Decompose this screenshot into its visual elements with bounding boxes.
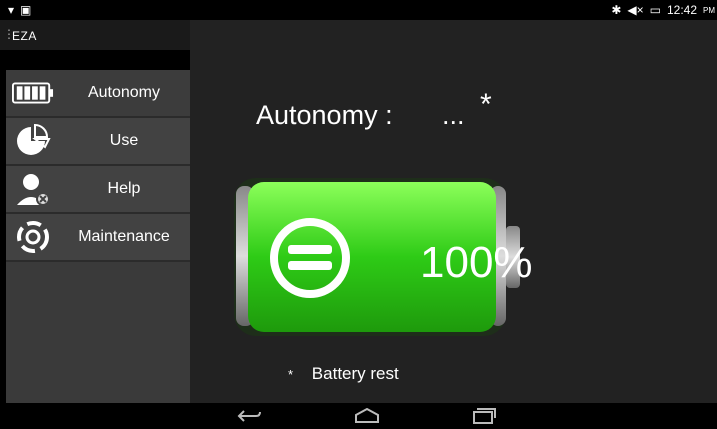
back-icon[interactable] [236,408,262,429]
status-time-suffix: PM [703,5,715,15]
home-icon[interactable] [354,407,380,429]
autonomy-asterisk: * [480,88,492,121]
battery-gauge: 100% [234,178,533,336]
note-marker: * [288,367,294,382]
volume-mute-icon: ◀× [627,3,644,17]
battery-percent: 100% [420,238,533,287]
notification-download-icon: ▾ [8,3,15,17]
battery-icon [12,76,54,110]
support-agent-icon [12,172,54,206]
status-bar-left-icons: ▾ ▣ [8,3,31,17]
app-bar-left: ⋮ EZA [0,20,190,50]
recent-apps-icon[interactable] [470,408,496,429]
sidebar-item-autonomy[interactable]: Autonomy [6,70,190,118]
battery-note: * Battery rest [288,364,399,384]
navigation-bar [0,403,717,429]
sidebar-item-help[interactable]: Help [6,166,190,214]
main-panel: Autonomy : ... * 100% * Battery rest [190,50,717,403]
pie-chart-icon [12,123,54,158]
page-title: Autonomy : [256,100,393,130]
sidebar-item-label: Autonomy [87,84,161,101]
sidebar-item-use[interactable]: Use [6,118,190,166]
sidebar-item-label: Help [107,180,141,197]
sidebar-item-maintenance[interactable]: Maintenance [6,214,190,262]
battery-status-icon: ▭ [649,3,661,17]
sidebar: Autonomy Use Help Maintenance [6,70,190,403]
notification-image-icon: ▣ [20,3,32,17]
autonomy-value: ... [442,100,465,130]
sidebar-item-label: Use [109,132,139,149]
status-time: 12:42 [666,3,697,17]
status-bar: ▾ ▣ ✱ ◀× ▭ 12:42 PM [0,0,717,20]
app-bar: ⋮ EZA [0,20,717,50]
sidebar-item-label: Maintenance [78,228,170,245]
refresh-cycle-icon [12,220,54,254]
app-title: EZA [12,29,37,43]
status-bar-right: ✱ ◀× ▭ 12:42 PM [611,3,715,17]
bluetooth-icon: ✱ [611,3,622,17]
note-text: Battery rest [311,364,399,383]
